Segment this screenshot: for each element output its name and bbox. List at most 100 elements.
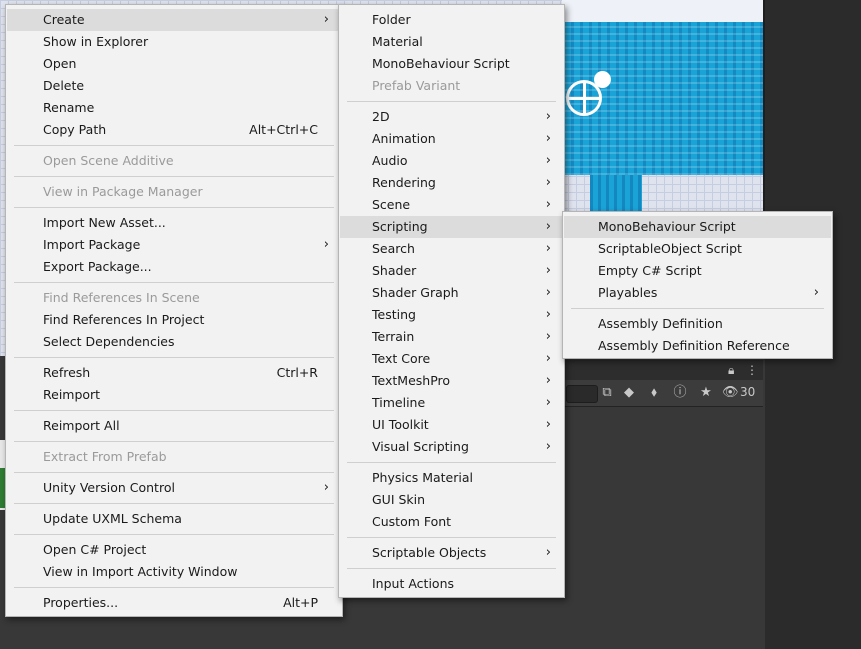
menu-separator xyxy=(14,207,334,208)
menu-item-find-references-in-scene: Find References In Scene xyxy=(7,287,341,309)
menu-item-find-references-in-project[interactable]: Find References In Project xyxy=(7,309,341,331)
menu-item-create[interactable]: Create › xyxy=(7,9,341,31)
chevron-right-icon: › xyxy=(545,197,551,212)
shortcut-label: Ctrl+R xyxy=(276,365,318,380)
menu-item-label: Reimport xyxy=(43,387,101,402)
menu-item-label: Open xyxy=(43,56,77,71)
menu-item-open[interactable]: Open xyxy=(7,53,341,75)
menu-item-export-package[interactable]: Export Package... xyxy=(7,256,341,278)
menu-item-label: Unity Version Control xyxy=(43,480,175,495)
menu-item-audio[interactable]: Audio › xyxy=(340,150,563,172)
menu-item-reimport-all[interactable]: Reimport All xyxy=(7,415,341,437)
menu-item-playables[interactable]: Playables › xyxy=(564,282,831,304)
menu-item-shader-graph[interactable]: Shader Graph › xyxy=(340,282,563,304)
menu-item-shader[interactable]: Shader › xyxy=(340,260,563,282)
menu-item-label: Scene xyxy=(372,197,411,212)
menu-item-label: 2D xyxy=(372,109,390,124)
menu-item-animation[interactable]: Animation › xyxy=(340,128,563,150)
menu-item-reimport[interactable]: Reimport xyxy=(7,384,341,406)
menu-item-label: GUI Skin xyxy=(372,492,426,507)
menu-item-show-in-explorer[interactable]: Show in Explorer xyxy=(7,31,341,53)
chevron-right-icon: › xyxy=(545,545,551,560)
menu-item-label: Playables xyxy=(598,285,658,300)
menu-item-delete[interactable]: Delete xyxy=(7,75,341,97)
menu-item-copy-path[interactable]: Copy Path Alt+Ctrl+C xyxy=(7,119,341,141)
menu-item-label: Testing xyxy=(372,307,416,322)
menu-item-import-package[interactable]: Import Package › xyxy=(7,234,341,256)
menu-item-open-csharp-project[interactable]: Open C# Project xyxy=(7,539,341,561)
menu-item-rename[interactable]: Rename xyxy=(7,97,341,119)
menu-item-label: ScriptableObject Script xyxy=(598,241,742,256)
menu-item-ui-toolkit[interactable]: UI Toolkit › xyxy=(340,414,563,436)
menu-item-properties[interactable]: Properties... Alt+P xyxy=(7,592,341,614)
menu-item-label: Import Package xyxy=(43,237,141,252)
menu-item-label: UI Toolkit xyxy=(372,417,429,432)
chevron-right-icon: › xyxy=(323,480,329,495)
menu-item-label: Show in Explorer xyxy=(43,34,149,49)
menu-item-label: Extract From Prefab xyxy=(43,449,167,464)
menu-item-material[interactable]: Material xyxy=(340,31,563,53)
menu-item-testing[interactable]: Testing › xyxy=(340,304,563,326)
search-input[interactable] xyxy=(566,385,598,403)
menu-item-text-core[interactable]: Text Core › xyxy=(340,348,563,370)
menu-item-search[interactable]: Search › xyxy=(340,238,563,260)
chevron-right-icon: › xyxy=(545,307,551,322)
menu-item-label: Animation xyxy=(372,131,436,146)
menu-item-label: Select Dependencies xyxy=(43,334,175,349)
menu-item-input-actions[interactable]: Input Actions xyxy=(340,573,563,595)
menu-item-physics-material[interactable]: Physics Material xyxy=(340,467,563,489)
menu-item-timeline[interactable]: Timeline › xyxy=(340,392,563,414)
tag-icon[interactable]: ⬧ xyxy=(645,384,663,402)
menu-separator xyxy=(14,176,334,177)
menu-item-rendering[interactable]: Rendering › xyxy=(340,172,563,194)
menu-item-folder[interactable]: Folder xyxy=(340,9,563,31)
menu-item-select-dependencies[interactable]: Select Dependencies xyxy=(7,331,341,353)
eye-icon[interactable]: 👁︎ xyxy=(722,384,739,402)
menu-item-scripting[interactable]: Scripting › xyxy=(340,216,563,238)
menu-item-refresh[interactable]: Refresh Ctrl+R xyxy=(7,362,341,384)
chevron-right-icon: › xyxy=(813,285,819,300)
open-in-window-icon[interactable]: ⧉ xyxy=(598,384,616,402)
menu-item-scriptableobject-script[interactable]: ScriptableObject Script xyxy=(564,238,831,260)
chevron-right-icon: › xyxy=(545,263,551,278)
menu-item-assembly-definition[interactable]: Assembly Definition xyxy=(564,313,831,335)
chevron-right-icon: › xyxy=(545,417,551,432)
menu-item-update-uxml-schema[interactable]: Update UXML Schema xyxy=(7,508,341,530)
menu-item-scriptable-objects[interactable]: Scriptable Objects › xyxy=(340,542,563,564)
menu-item-label: Material xyxy=(372,34,423,49)
menu-item-label: Prefab Variant xyxy=(372,78,461,93)
menu-item-label: Reimport All xyxy=(43,418,120,433)
menu-item-empty-csharp-script[interactable]: Empty C# Script xyxy=(564,260,831,282)
more-icon[interactable]: ⋮ xyxy=(746,363,758,377)
lock-icon[interactable]: 🔒︎ xyxy=(728,363,734,378)
menu-item-import-new-asset[interactable]: Import New Asset... xyxy=(7,212,341,234)
menu-item-gui-skin[interactable]: GUI Skin xyxy=(340,489,563,511)
menu-item-unity-version-control[interactable]: Unity Version Control › xyxy=(7,477,341,499)
grid-gizmo-icon xyxy=(566,80,602,116)
menu-item-monobehaviour-script[interactable]: MonoBehaviour Script xyxy=(340,53,563,75)
menu-item-scene[interactable]: Scene › xyxy=(340,194,563,216)
menu-separator xyxy=(347,537,556,538)
menu-item-custom-font[interactable]: Custom Font xyxy=(340,511,563,533)
menu-separator xyxy=(347,462,556,463)
menu-item-extract-from-prefab: Extract From Prefab xyxy=(7,446,341,468)
shapes-icon[interactable]: ◆ xyxy=(620,384,638,402)
menu-separator xyxy=(14,534,334,535)
menu-separator xyxy=(14,410,334,411)
menu-item-view-in-import-activity-window[interactable]: View in Import Activity Window xyxy=(7,561,341,583)
menu-item-label: Open Scene Additive xyxy=(43,153,174,168)
menu-item-textmeshpro[interactable]: TextMeshPro › xyxy=(340,370,563,392)
chevron-right-icon: › xyxy=(545,285,551,300)
menu-item-visual-scripting[interactable]: Visual Scripting › xyxy=(340,436,563,458)
menu-item-terrain[interactable]: Terrain › xyxy=(340,326,563,348)
scripting-submenu: MonoBehaviour Script ScriptableObject Sc… xyxy=(562,211,833,359)
menu-item-2d[interactable]: 2D › xyxy=(340,106,563,128)
menu-item-monobehaviour-script[interactable]: MonoBehaviour Script xyxy=(564,216,831,238)
menu-item-label: MonoBehaviour Script xyxy=(598,219,736,234)
menu-item-assembly-definition-reference[interactable]: Assembly Definition Reference xyxy=(564,335,831,357)
menu-item-label: Export Package... xyxy=(43,259,152,274)
warning-icon[interactable]: ⓘ xyxy=(671,384,689,402)
menu-separator xyxy=(347,568,556,569)
star-icon[interactable]: ★ xyxy=(697,384,715,402)
menu-item-label: Rename xyxy=(43,100,95,115)
